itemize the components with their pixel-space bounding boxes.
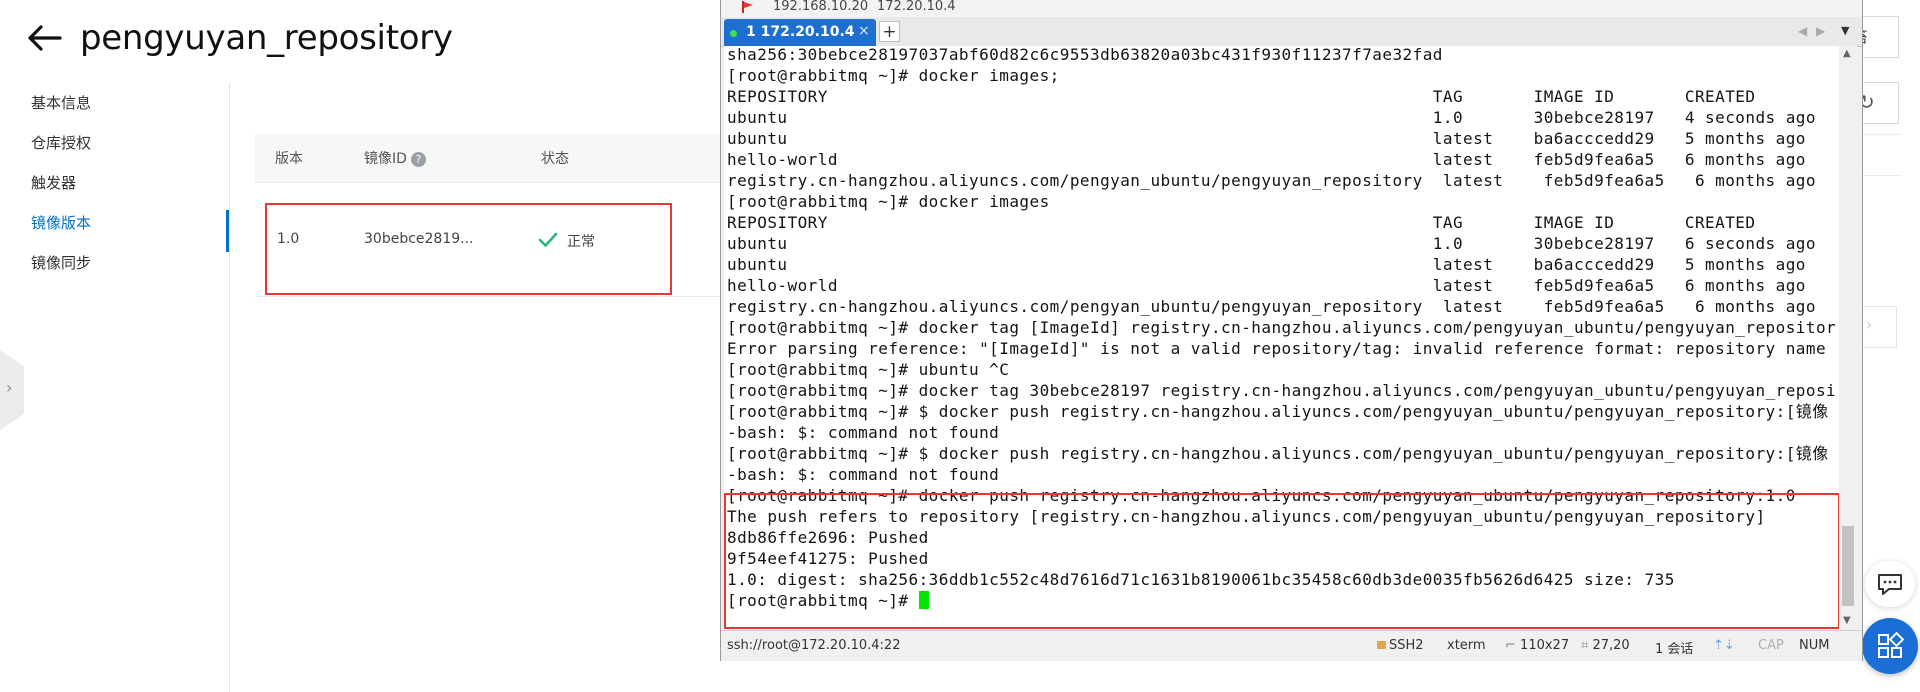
terminal-line: registry.cn-hangzhou.aliyuncs.com/pengya…: [727, 171, 1816, 190]
terminal-line: [root@rabbitmq ~]# $ docker push registr…: [727, 444, 1829, 463]
terminal-line: 8db86ffe2696: Pushed: [727, 528, 929, 547]
terminal-line: ubuntu latest ba6acccedd29 5 months ago: [727, 255, 1806, 274]
session-tab-label: 1 172.20.10.4: [746, 24, 855, 40]
sidebar-item-label: 触发器: [31, 174, 77, 192]
terminal-line: [root@rabbitmq ~]# docker images;: [727, 66, 1060, 85]
terminal-line: 1.0: digest: sha256:36ddb1c552c48d7616d7…: [727, 570, 1675, 589]
tab-scroll-right-icon[interactable]: ▶: [1816, 24, 1825, 38]
highlight-box: [265, 203, 672, 295]
terminal-line: The push refers to repository [registry.…: [727, 507, 1766, 526]
page-title: pengyuyan_repository: [80, 18, 453, 58]
terminal-cursor: [918, 591, 929, 609]
sidebar-item-label: 镜像同步: [31, 254, 92, 272]
table-header: 版本 镜像ID? 状态: [255, 134, 725, 183]
add-tab-button[interactable]: +: [879, 21, 900, 42]
host-tab-1[interactable]: 192.168.10.20: [773, 0, 868, 14]
chat-icon: [1878, 574, 1902, 595]
terminal-size-label: 110x27: [1520, 638, 1570, 653]
terminal-size: ⌐ 110x27: [1505, 638, 1569, 653]
sidebar-item-label: 镜像版本: [31, 214, 92, 232]
protocol-indicator: SSH2: [1377, 638, 1424, 653]
sidebar-nav: 基本信息 仓库授权 触发器 镜像版本 镜像同步: [31, 92, 231, 292]
terminal-line: sha256:30bebce28197037abf60d82c6c9553db6…: [727, 46, 1443, 64]
tab-menu-icon[interactable]: ▼: [1841, 24, 1849, 37]
tab-scroll-left-icon[interactable]: ◀: [1798, 24, 1807, 38]
chevron-right-icon: ›: [1866, 315, 1873, 334]
terminal-line: hello-world latest feb5d9fea6a5 6 months…: [727, 276, 1806, 295]
terminal-line: [root@rabbitmq ~]# docker push registry.…: [727, 486, 1796, 505]
column-header-image-id: 镜像ID?: [364, 148, 426, 168]
terminal-output[interactable]: sha256:30bebce28197037abf60d82c6c9553db6…: [724, 46, 1839, 629]
terminal-line: ubuntu latest ba6acccedd29 5 months ago: [727, 129, 1806, 148]
connection-string: ssh://root@172.20.10.4:22: [727, 638, 901, 653]
session-tab[interactable]: 1 172.20.10.4 ×: [724, 19, 876, 46]
back-arrow-icon[interactable]: [26, 24, 62, 52]
terminal-line: REPOSITORY TAG IMAGE ID CREATED: [727, 87, 1756, 106]
terminal-line: [root@rabbitmq ~]# docker tag 30bebce281…: [727, 381, 1837, 400]
terminal-line: [root@rabbitmq ~]# docker tag [ImageId] …: [727, 318, 1837, 337]
collapse-handle[interactable]: ›: [0, 350, 24, 430]
cursor-position-label: 27,20: [1592, 638, 1630, 653]
terminal-line: [root@rabbitmq ~]# $ docker push registr…: [727, 402, 1829, 421]
terminal-line: ubuntu 1.0 30bebce28197 4 seconds ago: [727, 108, 1816, 127]
cursor-pos-icon: ⌗: [1581, 638, 1589, 653]
sidebar-item-authorization[interactable]: 仓库授权: [31, 132, 231, 172]
terminal-line: REPOSITORY TAG IMAGE ID CREATED: [727, 213, 1756, 232]
scroll-up-icon[interactable]: ▲: [1843, 48, 1851, 59]
scroll-down-icon[interactable]: ▼: [1843, 615, 1851, 626]
column-header-status: 状态: [541, 151, 569, 167]
chevron-right-icon: ›: [6, 378, 13, 397]
column-header-version: 版本: [275, 151, 303, 167]
terminal-line: [root@rabbitmq ~]# ubuntu ^C: [727, 360, 1010, 379]
session-count: 1 会话: [1655, 642, 1694, 657]
sidebar-item-label: 仓库授权: [31, 134, 92, 152]
host-tab-2[interactable]: 172.20.10.4: [877, 0, 956, 14]
lock-icon: [1377, 641, 1386, 649]
vertical-scrollbar[interactable]: ▲ ▼: [1839, 46, 1857, 629]
terminal-line: -bash: $: command not found: [727, 465, 1000, 484]
close-icon[interactable]: ×: [858, 23, 870, 39]
status-bar: ssh://root@172.20.10.4:22 SSH2 xterm ⌐ 1…: [721, 630, 1862, 661]
terminal-line: hello-world latest feb5d9fea6a5 6 months…: [727, 150, 1806, 169]
sidebar-item-triggers[interactable]: 触发器: [31, 172, 231, 212]
num-lock-indicator: NUM: [1799, 638, 1830, 653]
sidebar-item-label: 基本信息: [31, 94, 92, 112]
terminal-line: registry.cn-hangzhou.aliyuncs.com/pengya…: [727, 297, 1816, 316]
session-tab-bar: 1 172.20.10.4 × + ◀ ▶ ▼: [721, 17, 1862, 47]
feedback-button[interactable]: [1865, 561, 1915, 607]
row-divider: [255, 296, 725, 297]
terminal-line: ubuntu 1.0 30bebce28197 6 seconds ago: [727, 234, 1816, 253]
apps-icon: [1878, 631, 1905, 658]
help-icon[interactable]: ?: [410, 151, 426, 167]
scroll-thumb[interactable]: [1842, 526, 1854, 606]
terminal-line: [root@rabbitmq ~]# docker images: [727, 192, 1050, 211]
caps-lock-indicator: CAP: [1758, 638, 1784, 653]
terminal-line: -bash: $: command not found: [727, 423, 1000, 442]
terminal-type: xterm: [1447, 638, 1486, 653]
host-bar: 192.168.10.20 172.20.10.4: [721, 0, 1862, 17]
apps-button[interactable]: [1862, 618, 1918, 674]
transfer-arrows-icon: ⇡⇣: [1713, 638, 1735, 653]
terminal-window: 192.168.10.20 172.20.10.4 1 172.20.10.4 …: [720, 0, 1863, 661]
protocol-label: SSH2: [1389, 638, 1424, 653]
terminal-line: Error parsing reference: "[ImageId]" is …: [727, 339, 1827, 358]
sidebar-item-image-sync[interactable]: 镜像同步: [31, 252, 231, 292]
sidebar-divider: [229, 82, 230, 692]
host-flag-icon: [742, 1, 753, 13]
resize-icon: ⌐: [1505, 638, 1516, 653]
column-header-label: 镜像ID: [364, 151, 407, 167]
sidebar-item-basic-info[interactable]: 基本信息: [31, 92, 231, 132]
cursor-position: ⌗ 27,20: [1581, 638, 1630, 653]
terminal-line: 9f54eef41275: Pushed: [727, 549, 929, 568]
connected-status-icon: [730, 30, 737, 37]
sidebar-item-image-versions[interactable]: 镜像版本: [31, 210, 231, 252]
terminal-line: [root@rabbitmq ~]#: [727, 590, 929, 611]
